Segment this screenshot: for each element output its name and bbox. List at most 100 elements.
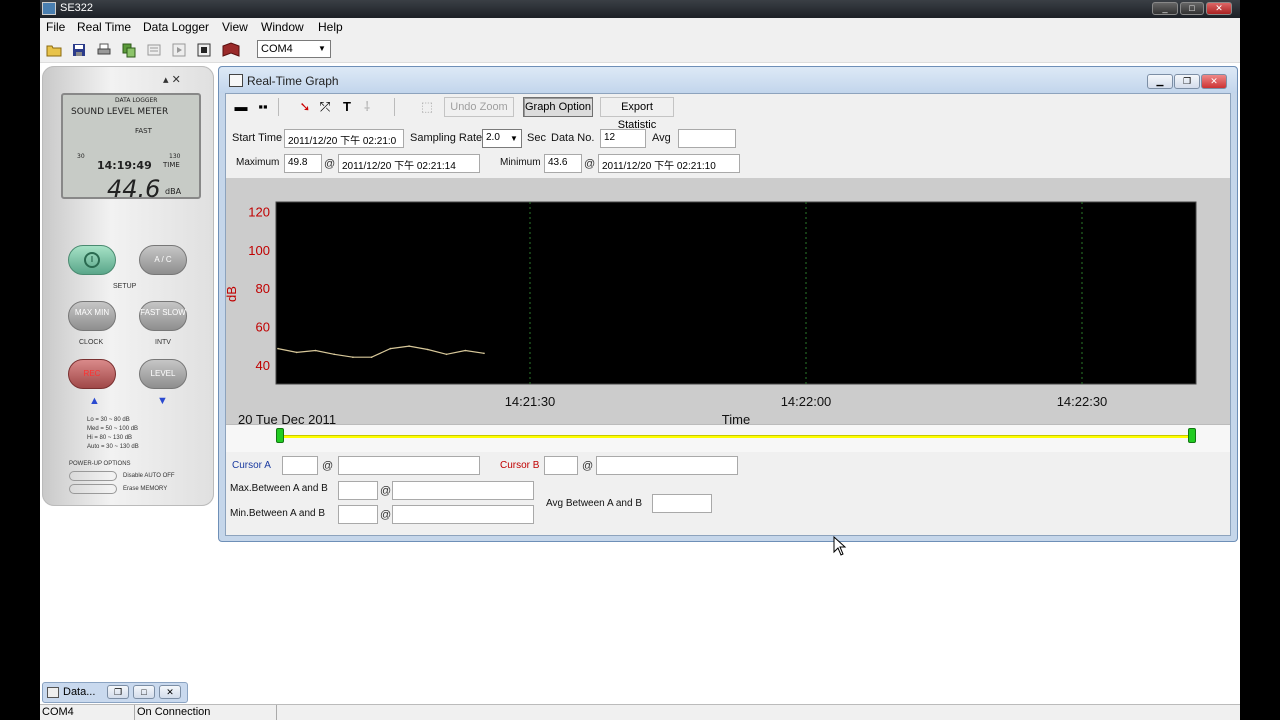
chart-view-icon[interactable]: ▬ <box>232 99 250 115</box>
power-up-options: POWER-UP OPTIONS <box>69 461 131 467</box>
maximize-button[interactable]: □ <box>1180 2 1204 15</box>
text-tool-icon[interactable]: T <box>338 99 356 115</box>
level-button[interactable]: LEVEL <box>139 359 187 389</box>
minimized-close-button[interactable]: ✕ <box>159 685 181 699</box>
marker-tool-icon[interactable]: ⸸ <box>358 99 376 115</box>
data-no-label: Data No. <box>551 132 595 144</box>
minimize-button[interactable]: _ <box>1152 2 1178 15</box>
y-tick-label: 40 <box>256 358 270 373</box>
option1-button-icon <box>69 471 117 481</box>
clock-label: CLOCK <box>79 339 104 346</box>
maximum-field[interactable]: 49.8 <box>284 154 322 173</box>
pointer-a-icon[interactable]: ➘ <box>296 99 314 115</box>
open-folder-icon[interactable] <box>46 42 62 58</box>
graph-option-button[interactable]: Graph Option <box>523 97 593 117</box>
time-slider-track[interactable] <box>280 435 1192 438</box>
rec-button[interactable]: REC <box>68 359 116 389</box>
data-point <box>370 356 373 358</box>
fastslow-button[interactable]: FAST SLOW <box>139 301 187 331</box>
cursor-b-value-field[interactable] <box>544 456 578 475</box>
sampling-rate-value: 2.0 <box>486 132 500 143</box>
zoom-reset-icon[interactable]: ⬚ <box>418 99 436 115</box>
desktop: SE322 _ □ ✕ File Real Time Data Logger V… <box>40 0 1240 720</box>
start-time-label: Start Time <box>232 132 283 144</box>
list-icon[interactable] <box>146 42 162 58</box>
minimized-maximize-button[interactable]: □ <box>133 685 155 699</box>
min-between-at-symbol: @ <box>380 509 392 521</box>
menu-window[interactable]: Window <box>261 20 304 34</box>
ac-button[interactable]: A / C <box>139 245 187 275</box>
maximum-at-symbol: @ <box>324 158 336 170</box>
child-minimize-button[interactable]: ▁ <box>1147 74 1173 89</box>
play-icon[interactable] <box>171 42 187 58</box>
max-between-label: Max.Between A and B <box>230 483 328 494</box>
menu-view[interactable]: View <box>222 20 248 34</box>
date-label: 20 Tue Dec 2011 <box>238 412 336 424</box>
cursor-b-time-field[interactable] <box>596 456 738 475</box>
menu-bar: File Real Time Data Logger View Window H… <box>40 18 1240 37</box>
y-tick-label: 120 <box>248 205 270 220</box>
start-time-field[interactable]: 2011/12/20 下午 02:21:0 <box>284 129 404 148</box>
minimum-time-field[interactable]: 2011/12/20 下午 02:21:10 <box>598 154 740 173</box>
meter-panel-controls[interactable]: ▴ ✕ <box>163 73 181 86</box>
maximum-time-field[interactable]: 2011/12/20 下午 02:21:14 <box>338 154 480 173</box>
sec-label: Sec <box>527 132 546 144</box>
data-no-field[interactable]: 12 <box>600 129 646 148</box>
print-icon[interactable] <box>96 42 112 58</box>
close-button[interactable]: ✕ <box>1206 2 1232 15</box>
real-time-chart[interactable]: 14:21:30 14:22:00 14:22:30 40 60 80 100 120 dB Ti… <box>226 178 1230 424</box>
x-axis-label: Time <box>722 412 750 424</box>
max-between-value-field[interactable] <box>338 481 378 500</box>
copy-icon[interactable] <box>121 42 137 58</box>
cursor-a-time-field[interactable] <box>338 456 480 475</box>
menu-file[interactable]: File <box>46 20 65 34</box>
min-between-value-field[interactable] <box>338 505 378 524</box>
graph-window-body: ▬ ▪▪ ➘ ⤱ T ⸸ ⬚ Undo Zoom Graph Option Ex… <box>225 93 1231 536</box>
graph-area[interactable]: 14:21:30 14:22:00 14:22:30 40 60 80 100 120 dB Ti… <box>226 178 1230 424</box>
y-axis-label: dB <box>226 286 239 302</box>
min-between-time-field[interactable] <box>392 505 534 524</box>
save-icon[interactable] <box>71 42 87 58</box>
data-point <box>483 352 485 355</box>
port-select[interactable]: COM4 ▼ <box>257 40 331 58</box>
data-point <box>295 351 298 354</box>
range-auto: Auto = 30 ~ 130 dB <box>87 444 139 450</box>
cursor-b-at-symbol: @ <box>582 460 594 472</box>
plot-background <box>275 201 1197 385</box>
power-button[interactable]: I <box>68 245 116 275</box>
mouse-pointer-icon <box>833 536 847 556</box>
table-view-icon[interactable]: ▪▪ <box>254 99 272 115</box>
maxmin-button[interactable]: MAX MIN <box>68 301 116 331</box>
stop-icon[interactable] <box>196 42 212 58</box>
menu-data-logger[interactable]: Data Logger <box>143 20 209 34</box>
menu-real-time[interactable]: Real Time <box>77 20 131 34</box>
data-point <box>314 349 317 352</box>
cursor-a-value-field[interactable] <box>282 456 318 475</box>
time-slider-area <box>226 424 1230 452</box>
child-close-button[interactable]: ✕ <box>1201 74 1227 89</box>
graph-window-icon <box>229 74 243 87</box>
minimized-restore-button[interactable]: ❐ <box>107 685 129 699</box>
book-icon[interactable] <box>221 42 241 58</box>
sampling-rate-label: Sampling Rate <box>410 132 483 144</box>
child-window-title: Real-Time Graph <box>247 74 339 88</box>
undo-zoom-button[interactable]: Undo Zoom <box>444 97 514 117</box>
minimized-data-window[interactable]: Data... ❐ □ ✕ <box>42 682 188 703</box>
app-title-bar: SE322 _ □ ✕ <box>40 0 1240 18</box>
export-statistic-button[interactable]: Export Statistic <box>600 97 674 131</box>
y-tick-label: 100 <box>248 243 270 258</box>
slider-left-handle[interactable] <box>276 428 284 443</box>
real-time-graph-window: Real-Time Graph ▁ ❐ ✕ ▬ ▪▪ ➘ ⤱ T ⸸ ⬚ Und… <box>218 66 1238 542</box>
avg-between-field[interactable] <box>652 494 712 513</box>
menu-help[interactable]: Help <box>318 20 343 34</box>
avg-field[interactable] <box>678 129 736 148</box>
option-erase-memory: Erase MEMORY <box>123 486 168 492</box>
lcd-mode: FAST <box>135 127 152 135</box>
avg-between-label: Avg Between A and B <box>546 498 643 509</box>
child-restore-button[interactable]: ❐ <box>1174 74 1200 89</box>
slider-right-handle[interactable] <box>1188 428 1196 443</box>
minimum-field[interactable]: 43.6 <box>544 154 582 173</box>
max-between-time-field[interactable] <box>392 481 534 500</box>
pointer-b-icon[interactable]: ⤱ <box>316 99 334 115</box>
sampling-rate-select[interactable]: 2.0 ▼ <box>482 129 522 148</box>
